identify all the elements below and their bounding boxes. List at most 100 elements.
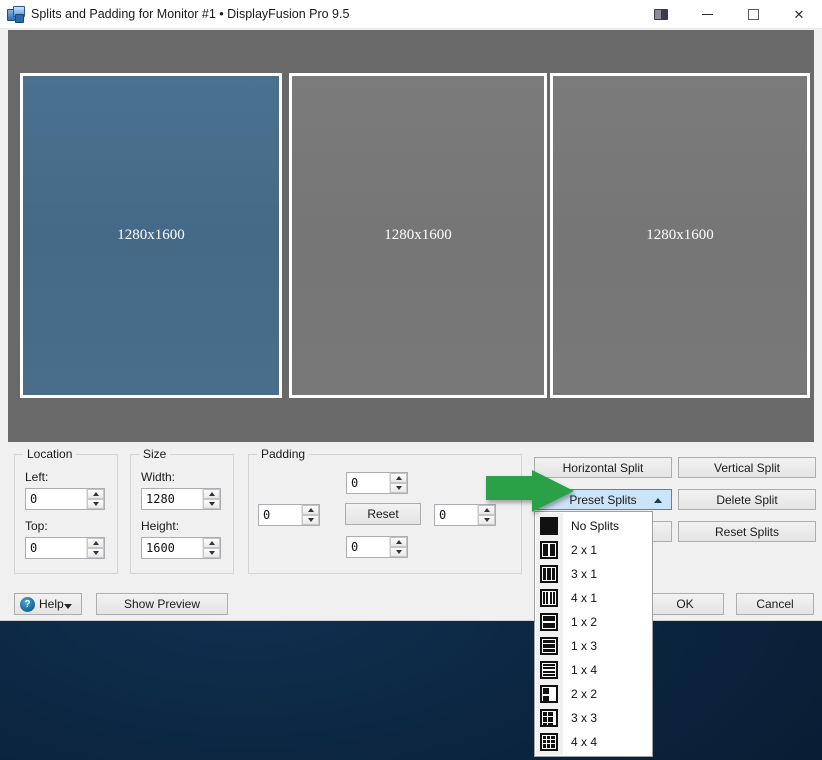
width-stepper[interactable]: 1280 [141,488,221,510]
menu-item-4x1[interactable]: 4 x 1 [535,586,652,610]
menu-item-3x1[interactable]: 3 x 1 [535,562,652,586]
padding-top-decrement-button[interactable] [390,483,407,493]
padding-right-increment-button[interactable] [478,505,495,515]
reset-padding-button[interactable]: Reset [345,503,421,525]
menu-item-none[interactable]: No Splits [535,514,652,538]
left-decrement-button[interactable] [87,499,104,509]
padding-top-stepper-buttons[interactable] [389,473,407,493]
menu-item-1x4[interactable]: 1 x 4 [535,658,652,682]
padding-top-stepper[interactable]: 0 [346,472,408,494]
show-preview-button[interactable]: Show Preview [96,593,228,615]
width-decrement-button[interactable] [203,499,220,509]
preset-splits-button[interactable]: Preset Splits [534,489,672,510]
split-window-icon[interactable] [638,0,684,28]
help-label: Help [39,597,64,611]
top-decrement-button[interactable] [87,548,104,558]
splits-and-padding-dialog: Splits and Padding for Monitor #1 • Disp… [0,0,822,620]
maximize-icon[interactable] [730,0,776,28]
width-stepper-buttons[interactable] [202,489,220,509]
monitor-preview-area: 1280x1600 1280x1600 1280x1600 [8,30,814,442]
panel-resolution-label: 1280x1600 [117,227,185,244]
menu-item-label: 2 x 2 [571,687,597,701]
top-stepper-buttons[interactable] [86,538,104,558]
displayfusion-icon [7,6,24,23]
location-group: Location Left: 0 Top: 0 [14,454,118,574]
height-label: Height: [141,519,179,533]
monitor-split-panel[interactable]: 1280x1600 [550,73,810,398]
window-controls: ✕ [638,0,822,28]
close-icon[interactable]: ✕ [776,0,822,28]
split-preset-1x4-icon [540,661,558,679]
menu-item-label: 2 x 1 [571,543,597,557]
split-preset-4x1-icon [540,589,558,607]
cancel-button[interactable]: Cancel [736,593,814,615]
left-increment-button[interactable] [87,489,104,499]
left-stepper[interactable]: 0 [25,488,105,510]
height-stepper[interactable]: 1600 [141,537,221,559]
split-preset-2x2-icon [540,685,558,703]
padding-right-decrement-button[interactable] [478,515,495,525]
menu-item-4x4[interactable]: 4 x 4 [535,730,652,754]
monitor-split-panel[interactable]: 1280x1600 [289,73,547,398]
padding-group-title: Padding [257,447,309,461]
padding-bottom-decrement-button[interactable] [390,547,407,557]
split-preset-none-icon [540,517,558,535]
padding-left-increment-button[interactable] [302,505,319,515]
height-increment-button[interactable] [203,538,220,548]
padding-bottom-stepper[interactable]: 0 [346,536,408,558]
size-group: Size Width: 1280 Height: 1600 [130,454,234,574]
menu-item-label: 3 x 3 [571,711,597,725]
menu-item-3x3[interactable]: 3 x 3 [535,706,652,730]
padding-left-decrement-button[interactable] [302,515,319,525]
preset-splits-dropdown[interactable]: No Splits 2 x 1 3 x 14 x 1 1 x 2 1 x 3 1 x 4 2… [534,511,653,757]
menu-item-1x2[interactable]: 1 x 2 [535,610,652,634]
top-increment-button[interactable] [87,538,104,548]
title-bar: Splits and Padding for Monitor #1 • Disp… [0,0,822,29]
width-input[interactable]: 1280 [142,489,202,509]
top-stepper[interactable]: 0 [25,537,105,559]
help-button[interactable]: ? Help [14,593,82,615]
padding-top-input[interactable]: 0 [347,473,389,493]
padding-bottom-input[interactable]: 0 [347,537,389,557]
location-group-title: Location [23,447,76,461]
height-stepper-buttons[interactable] [202,538,220,558]
panel-resolution-label: 1280x1600 [384,227,452,244]
width-increment-button[interactable] [203,489,220,499]
menu-item-label: 1 x 2 [571,615,597,629]
menu-item-1x3[interactable]: 1 x 3 [535,634,652,658]
height-input[interactable]: 1600 [142,538,202,558]
padding-right-input[interactable]: 0 [435,505,477,525]
height-decrement-button[interactable] [203,548,220,558]
left-label: Left: [25,470,48,484]
preset-splits-label: Preset Splits [569,493,636,507]
split-preset-3x3-icon [540,709,558,727]
menu-item-2x2[interactable]: 2 x 2 [535,682,652,706]
ok-button[interactable]: OK [646,593,724,615]
delete-split-button[interactable]: Delete Split [678,489,816,510]
padding-right-stepper[interactable]: 0 [434,504,496,526]
horizontal-split-button[interactable]: Horizontal Split [534,457,672,478]
size-group-title: Size [139,447,170,461]
menu-item-label: No Splits [571,519,619,533]
minimize-icon[interactable] [684,0,730,28]
panel-resolution-label: 1280x1600 [646,227,714,244]
vertical-split-button[interactable]: Vertical Split [678,457,816,478]
top-input[interactable]: 0 [26,538,86,558]
menu-item-2x1[interactable]: 2 x 1 [535,538,652,562]
menu-item-label: 1 x 3 [571,639,597,653]
reset-splits-button[interactable]: Reset Splits [678,521,816,542]
split-preset-2x1-icon [540,541,558,559]
padding-left-input[interactable]: 0 [259,505,301,525]
menu-item-label: 4 x 4 [571,735,597,749]
monitor-split-panel[interactable]: 1280x1600 [20,73,282,398]
padding-right-stepper-buttons[interactable] [477,505,495,525]
padding-bottom-stepper-buttons[interactable] [389,537,407,557]
left-input[interactable]: 0 [26,489,86,509]
left-stepper-buttons[interactable] [86,489,104,509]
split-preset-1x2-icon [540,613,558,631]
split-preset-3x1-icon [540,565,558,583]
padding-left-stepper-buttons[interactable] [301,505,319,525]
padding-top-increment-button[interactable] [390,473,407,483]
padding-bottom-increment-button[interactable] [390,537,407,547]
padding-left-stepper[interactable]: 0 [258,504,320,526]
